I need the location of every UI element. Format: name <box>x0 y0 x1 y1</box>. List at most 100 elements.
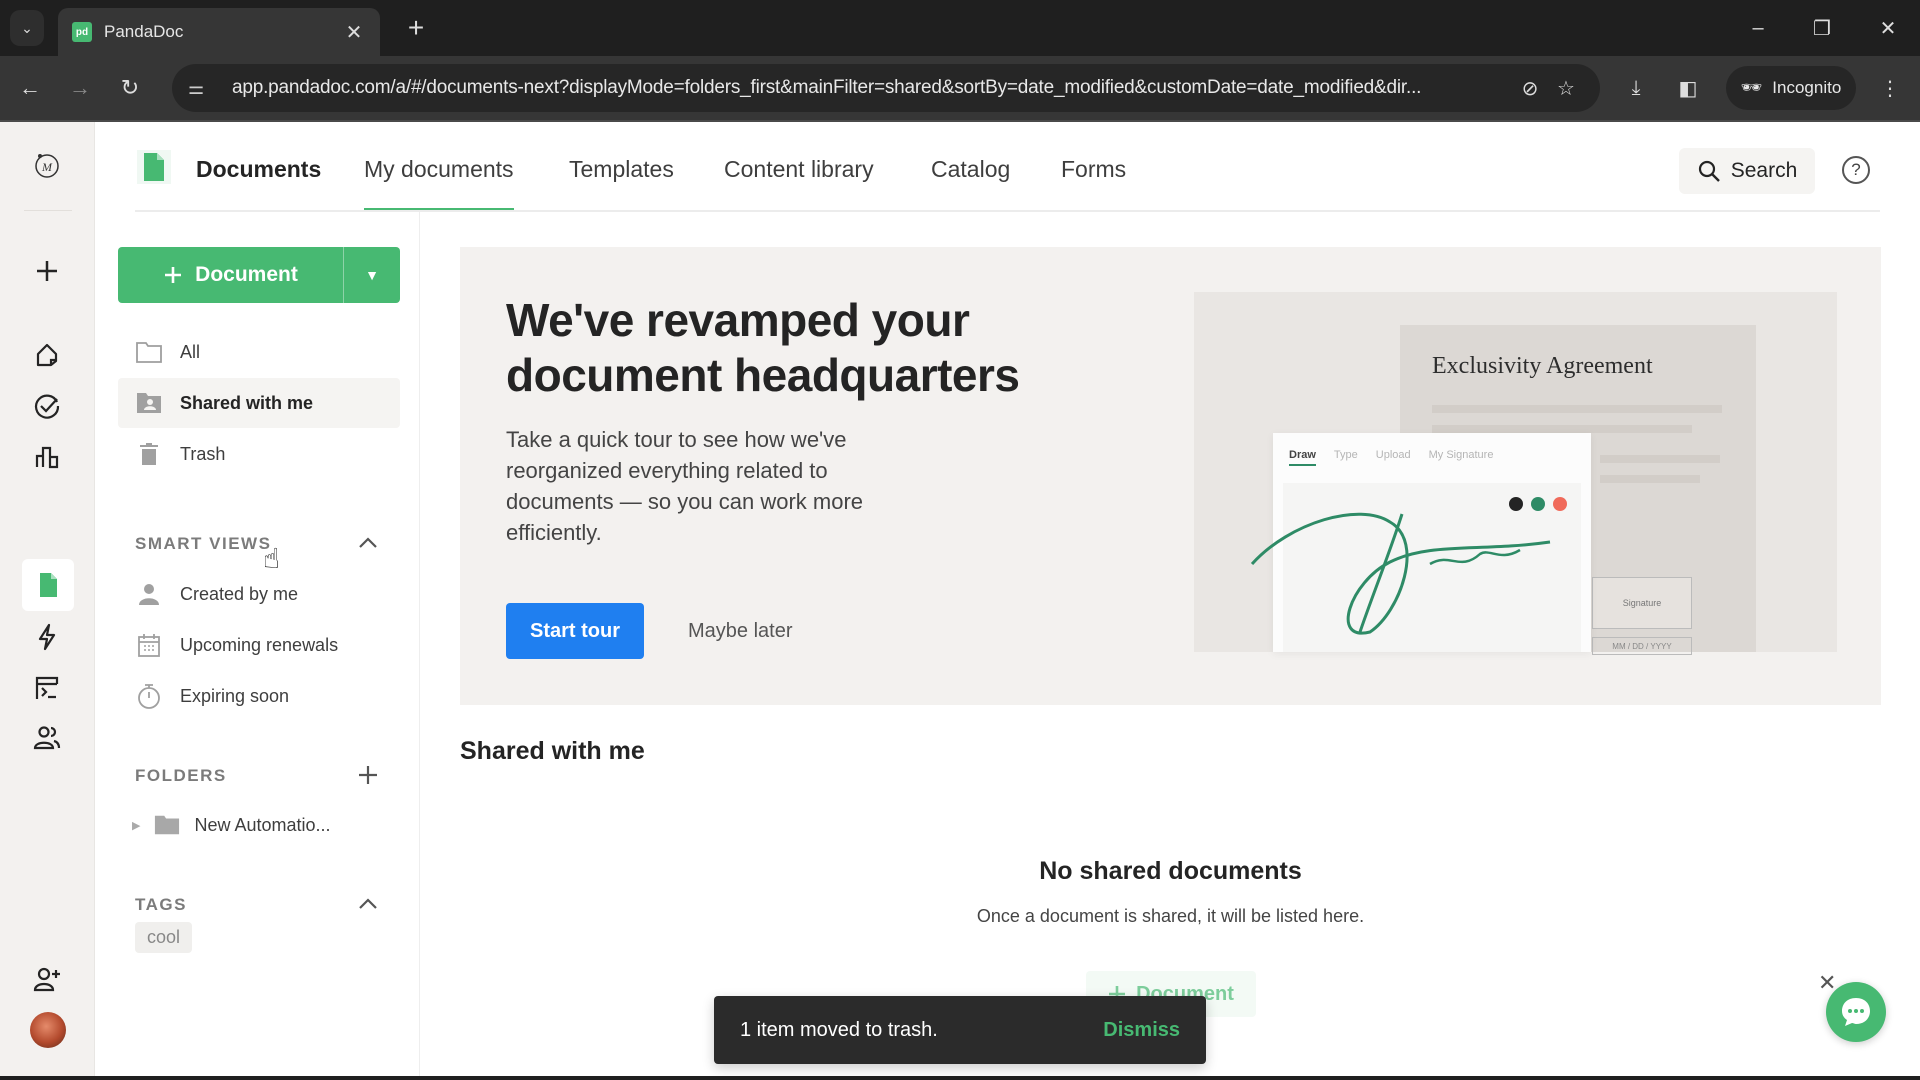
promo-illustration: Exclusivity Agreement Signature MM / DD … <box>1194 292 1837 655</box>
user-avatar[interactable] <box>30 1012 66 1048</box>
home-icon[interactable] <box>24 332 70 378</box>
search-label: Search <box>1730 159 1798 182</box>
illustration-doc-title: Exclusivity Agreement <box>1432 353 1653 379</box>
incognito-indicator[interactable]: 🕶 Incognito <box>1726 66 1856 110</box>
forms-terminal-icon[interactable] <box>24 665 70 711</box>
pad-tab-my-signature: My Signature <box>1428 449 1494 461</box>
illustration-text-line <box>1600 475 1700 483</box>
minimize-button[interactable]: – <box>1738 8 1778 48</box>
tab-forms[interactable]: Forms <box>1061 156 1126 183</box>
folder-label: New Automatio... <box>194 814 331 835</box>
bookmark-star-icon[interactable]: ☆ <box>1548 76 1584 101</box>
top-navigation: Documents My documents Templates Content… <box>95 122 1920 212</box>
incognito-icon: 🕶 <box>1740 78 1763 97</box>
incognito-label: Incognito <box>1772 78 1842 97</box>
download-icon[interactable]: ⤓ <box>1618 70 1654 106</box>
signature-pad-tabs: Draw Type Upload My Signature <box>1289 449 1493 466</box>
tags-header: TAGS <box>135 895 187 914</box>
tasks-check-icon[interactable] <box>24 383 70 429</box>
chat-widget-button[interactable] <box>1826 982 1886 1042</box>
smart-views-header: SMART VIEWS <box>135 534 272 553</box>
close-tab-icon[interactable]: ✕ <box>342 20 366 45</box>
sidebar-item-all[interactable]: All <box>118 327 400 377</box>
sidebar-item-label: Shared with me <box>180 392 314 413</box>
shared-section-title: Shared with me <box>460 737 645 765</box>
browser-tab[interactable]: pd PandaDoc ✕ <box>58 8 380 56</box>
tab-templates[interactable]: Templates <box>569 156 674 183</box>
tab-my-documents[interactable]: My documents <box>364 156 514 212</box>
maybe-later-button[interactable]: Maybe later <box>688 603 793 659</box>
reports-chart-icon[interactable] <box>24 434 70 480</box>
rail-divider <box>24 210 72 211</box>
smart-view-created-by-me[interactable]: Created by me <box>118 569 400 619</box>
browser-toolbar: ← → ↻ ⚌ app.pandadoc.com/a/#/documents-n… <box>0 56 1920 122</box>
window-bottom-edge <box>0 1076 1920 1080</box>
documents-sidebar: Document ▼ All Shared with me Trash SMAR… <box>95 212 420 1080</box>
icon-rail: M <box>0 122 95 1080</box>
browser-menu-icon[interactable]: ⋮ <box>1872 70 1908 106</box>
close-window-button[interactable]: ✕ <box>1868 8 1908 48</box>
shared-folder-icon <box>136 390 162 416</box>
new-document-button[interactable]: Document <box>118 247 344 303</box>
documents-icon[interactable] <box>22 559 74 611</box>
invite-user-icon[interactable] <box>24 956 70 1002</box>
sidebar-item-shared-with-me[interactable]: Shared with me <box>118 378 400 428</box>
sidebar-item-label: All <box>180 341 201 362</box>
folders-header: FOLDERS <box>135 766 227 785</box>
site-info-icon[interactable]: ⚌ <box>188 78 218 99</box>
restore-button[interactable]: ❐ <box>1802 8 1842 48</box>
folder-icon <box>154 812 180 838</box>
back-button[interactable]: ← <box>12 70 48 106</box>
plus-icon <box>165 267 182 283</box>
side-panel-icon[interactable]: ◧ <box>1670 70 1706 106</box>
collapse-tags-chevron-up-icon[interactable] <box>353 889 383 919</box>
tracking-blocked-icon[interactable]: ⊘ <box>1512 76 1548 101</box>
expand-caret-right-icon[interactable]: ▶ <box>132 819 140 832</box>
calendar-icon <box>136 632 162 658</box>
create-plus-icon[interactable] <box>24 248 70 294</box>
signature-scribble-icon <box>1250 512 1551 635</box>
promo-title: We've revamped your document headquarter… <box>506 294 1020 401</box>
new-tab-button[interactable]: + <box>398 10 434 46</box>
new-document-split-button: Document ▼ <box>118 247 400 303</box>
pad-tab-upload: Upload <box>1375 449 1411 461</box>
smart-view-label: Created by me <box>180 583 299 604</box>
stopwatch-icon <box>136 683 162 709</box>
help-icon[interactable]: ? <box>1842 156 1870 184</box>
tab-list-button[interactable]: ⌄ <box>10 10 44 46</box>
smart-view-expiring-soon[interactable]: Expiring soon <box>118 671 400 721</box>
pandadoc-app: M Documents My documents Templates Conte… <box>0 122 1920 1080</box>
workspace-logo-icon[interactable]: M <box>24 142 70 188</box>
tag-chip[interactable]: cool <box>135 922 193 953</box>
illustration-text-line <box>1432 425 1692 433</box>
tab-content-library[interactable]: Content library <box>724 156 874 183</box>
automation-lightning-icon[interactable] <box>24 614 70 660</box>
new-document-dropdown[interactable]: ▼ <box>344 247 400 303</box>
reload-button[interactable]: ↻ <box>112 70 148 106</box>
folder-item[interactable]: ▶ New Automatio... <box>118 800 400 850</box>
address-bar[interactable]: ⚌ app.pandadoc.com/a/#/documents-next?di… <box>172 64 1600 112</box>
illustration-text-line <box>1600 455 1720 463</box>
url-text[interactable]: app.pandadoc.com/a/#/documents-next?disp… <box>232 77 1512 99</box>
svg-text:M: M <box>41 160 53 174</box>
add-folder-plus-icon[interactable] <box>353 760 383 790</box>
sidebar-item-label: Trash <box>180 443 226 464</box>
section-title: Documents <box>196 156 322 182</box>
collapse-smart-views-chevron-up-icon[interactable] <box>353 528 383 558</box>
start-tour-button[interactable]: Start tour <box>506 603 644 659</box>
browser-tab-bar: ⌄ pd PandaDoc ✕ + – ❐ ✕ <box>0 0 1920 56</box>
toast-message: 1 item moved to trash. <box>740 1018 938 1041</box>
search-button[interactable]: Search <box>1679 148 1815 194</box>
sidebar-item-trash[interactable]: Trash <box>118 429 400 479</box>
empty-state-subtitle: Once a document is shared, it will be li… <box>976 906 1365 926</box>
contacts-people-icon[interactable] <box>24 715 70 761</box>
forward-button[interactable]: → <box>62 70 98 106</box>
smart-view-upcoming-renewals[interactable]: Upcoming renewals <box>118 620 400 670</box>
toast-notification: 1 item moved to trash. Dismiss <box>714 996 1206 1064</box>
smart-view-label: Expiring soon <box>180 685 290 706</box>
trash-icon <box>136 441 162 467</box>
illustration-signature-field: Signature <box>1592 577 1692 629</box>
tab-catalog[interactable]: Catalog <box>931 156 1010 183</box>
dismiss-button[interactable]: Dismiss <box>1103 1019 1180 1042</box>
hand-cursor-icon: ☝ <box>263 543 281 574</box>
